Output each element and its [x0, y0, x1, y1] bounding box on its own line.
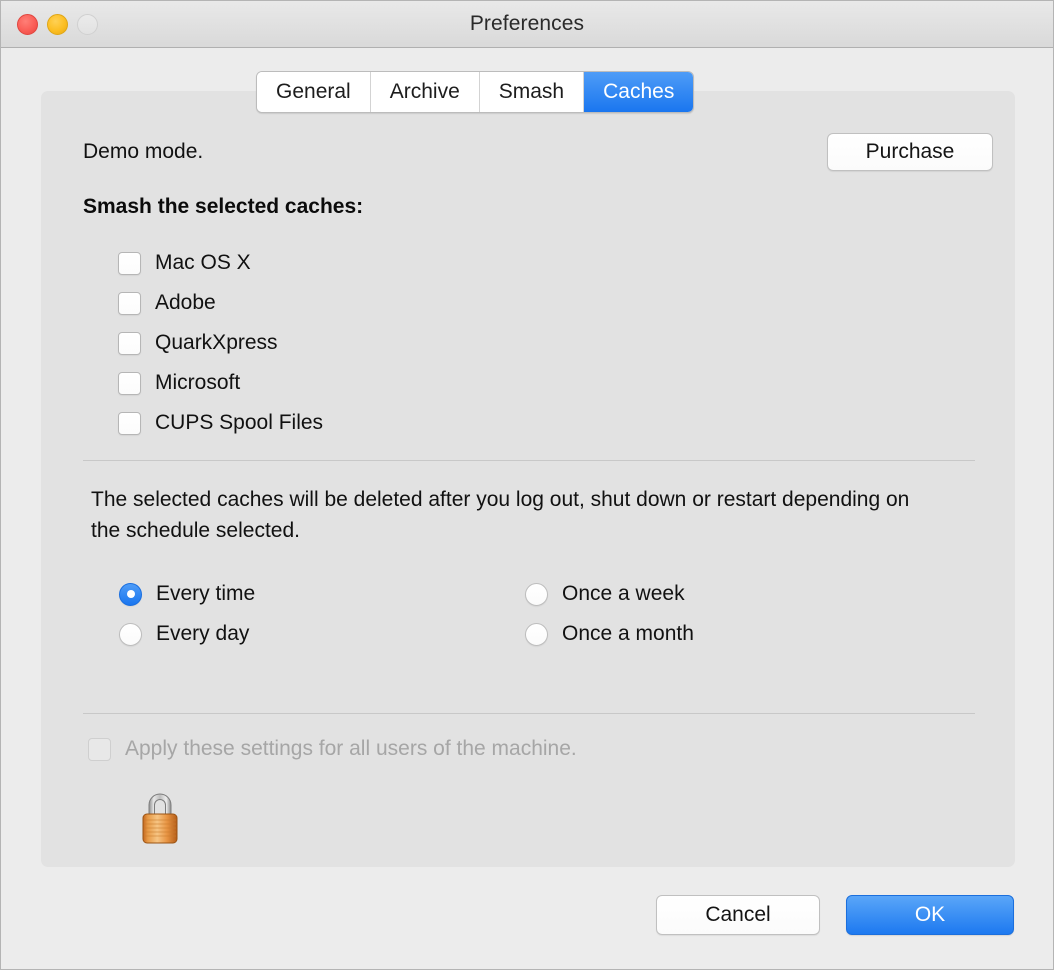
- cancel-button[interactable]: Cancel: [656, 895, 820, 935]
- radio-label-once-a-week: Once a week: [562, 582, 685, 605]
- radio-label-every-time: Every time: [156, 582, 256, 605]
- checkbox-label-adobe: Adobe: [155, 291, 216, 314]
- schedule-description: The selected caches will be deleted afte…: [91, 488, 910, 542]
- schedule-radio-group: Every time Once a week Every day Once a …: [119, 574, 839, 654]
- checkbox-row-mac-os-x[interactable]: Mac OS X: [118, 243, 323, 283]
- caches-panel: Demo mode. Purchase Smash the selected c…: [41, 91, 1015, 867]
- tab-smash[interactable]: Smash: [479, 72, 585, 112]
- smash-caches-heading: Smash the selected caches:: [83, 195, 364, 218]
- separator-lower: [83, 713, 975, 714]
- radio-once-a-week[interactable]: [525, 582, 548, 606]
- radio-row-once-a-week[interactable]: Once a week: [525, 574, 839, 614]
- radio-label-every-day: Every day: [156, 622, 250, 645]
- checkbox-label-quarkxpress: QuarkXpress: [155, 331, 278, 354]
- tab-caches[interactable]: Caches: [584, 72, 694, 112]
- demo-mode-row: Demo mode. Purchase: [83, 133, 993, 171]
- ok-button[interactable]: OK: [846, 895, 1014, 935]
- checkbox-row-adobe[interactable]: Adobe: [118, 283, 323, 323]
- radio-row-every-day[interactable]: Every day: [119, 614, 525, 654]
- radio-row-every-time[interactable]: Every time: [119, 574, 525, 614]
- checkbox-row-cups-spool-files[interactable]: CUPS Spool Files: [118, 403, 323, 443]
- checkbox-mac-os-x[interactable]: [118, 251, 141, 275]
- checkbox-label-apply-all-users: Apply these settings for all users of th…: [125, 737, 577, 760]
- radio-every-time[interactable]: [119, 582, 142, 606]
- preferences-window: Preferences General Archive Smash Caches…: [0, 0, 1054, 970]
- checkbox-label-mac-os-x: Mac OS X: [155, 251, 251, 274]
- radio-label-once-a-month: Once a month: [562, 622, 694, 645]
- radio-once-a-month[interactable]: [525, 622, 548, 646]
- tab-bar: General Archive Smash Caches: [256, 71, 695, 113]
- apply-all-users-row: Apply these settings for all users of th…: [88, 737, 577, 761]
- checkbox-apply-all-users: [88, 737, 111, 761]
- radio-every-day[interactable]: [119, 622, 142, 646]
- checkbox-label-microsoft: Microsoft: [155, 371, 241, 394]
- padlock-locked-icon[interactable]: [137, 789, 183, 847]
- checkbox-cups-spool-files[interactable]: [118, 411, 141, 435]
- separator-upper: [83, 460, 975, 461]
- checkbox-row-microsoft[interactable]: Microsoft: [118, 363, 323, 403]
- demo-mode-label: Demo mode.: [83, 140, 204, 163]
- cache-checkbox-list: Mac OS X Adobe QuarkXpress Microsoft CUP…: [118, 243, 323, 443]
- tab-general[interactable]: General: [257, 72, 371, 112]
- window-title: Preferences: [469, 12, 585, 35]
- window-titlebar: Preferences: [1, 1, 1053, 48]
- checkbox-quarkxpress[interactable]: [118, 331, 141, 355]
- checkbox-row-quarkxpress[interactable]: QuarkXpress: [118, 323, 323, 363]
- checkbox-adobe[interactable]: [118, 291, 141, 315]
- radio-row-once-a-month[interactable]: Once a month: [525, 614, 839, 654]
- tab-archive[interactable]: Archive: [370, 72, 480, 112]
- dialog-footer: Cancel OK: [1, 881, 1053, 941]
- purchase-button[interactable]: Purchase: [827, 133, 993, 171]
- checkbox-microsoft[interactable]: [118, 371, 141, 395]
- checkbox-label-cups-spool-files: CUPS Spool Files: [155, 411, 324, 434]
